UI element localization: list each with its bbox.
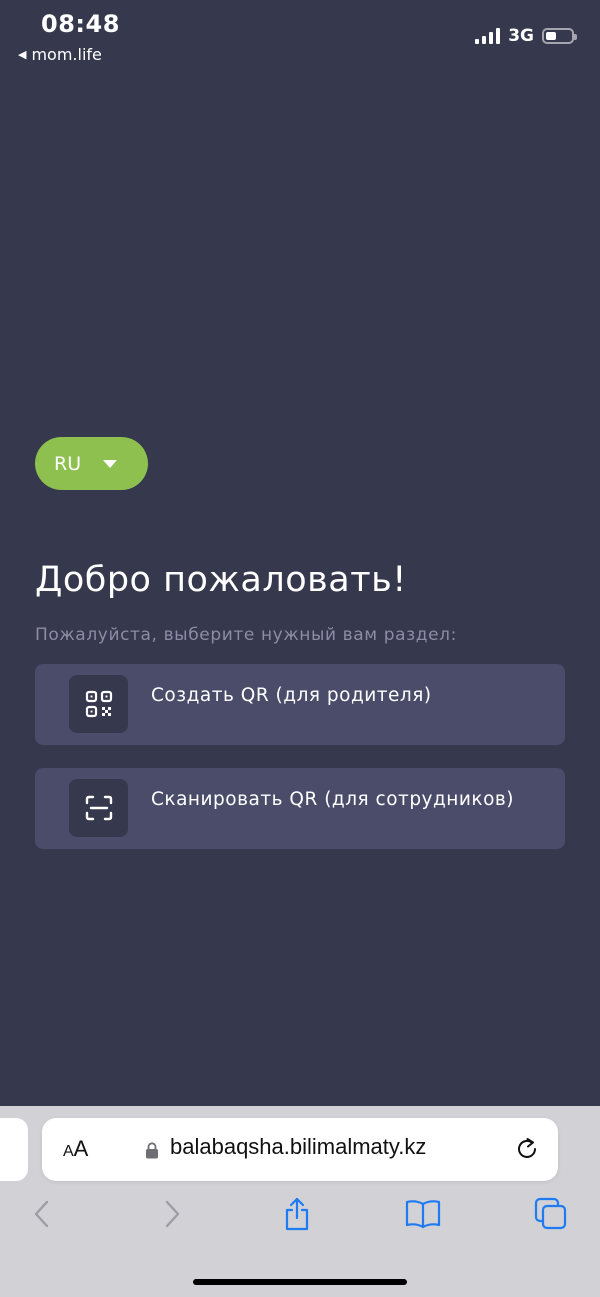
- share-icon[interactable]: [275, 1192, 319, 1236]
- address-bar[interactable]: AA balabaqsha.bilimalmaty.kz: [42, 1118, 558, 1181]
- previous-tab[interactable]: [0, 1118, 28, 1181]
- back-icon[interactable]: [20, 1192, 64, 1236]
- forward-icon[interactable]: [150, 1192, 194, 1236]
- page-subtitle: Пожалуйста, выберите нужный вам раздел:: [35, 625, 457, 645]
- battery-icon: [542, 28, 577, 44]
- lock-icon: [146, 1142, 158, 1159]
- url-text: balabaqsha.bilimalmaty.kz: [170, 1134, 427, 1159]
- back-to-app[interactable]: ◀ mom.life: [18, 45, 102, 64]
- home-indicator[interactable]: [193, 1279, 407, 1285]
- language-label: RU: [54, 452, 82, 475]
- signal-icon: [475, 28, 501, 44]
- network-type: 3G: [508, 26, 534, 46]
- bookmarks-icon[interactable]: [401, 1192, 445, 1236]
- scan-icon: [69, 779, 128, 837]
- status-indicators: 3G: [475, 26, 577, 46]
- tabs-icon[interactable]: [529, 1192, 573, 1236]
- scan-qr-label: Сканировать QR (для сотрудников): [151, 789, 515, 810]
- back-app-label: mom.life: [31, 45, 102, 64]
- back-arrow-icon: ◀: [18, 48, 27, 61]
- create-qr-label: Создать QR (для родителя): [151, 685, 432, 706]
- text-size-button[interactable]: AA: [63, 1136, 88, 1162]
- reload-icon[interactable]: [514, 1136, 540, 1162]
- create-qr-button[interactable]: Создать QR (для родителя): [35, 664, 565, 745]
- qr-code-icon: [69, 675, 128, 733]
- page-title: Добро пожаловать!: [35, 560, 407, 600]
- chevron-down-icon: [103, 459, 118, 468]
- language-select[interactable]: RU: [35, 437, 148, 490]
- scan-qr-button[interactable]: Сканировать QR (для сотрудников): [35, 768, 565, 849]
- status-time: 08:48: [41, 10, 120, 38]
